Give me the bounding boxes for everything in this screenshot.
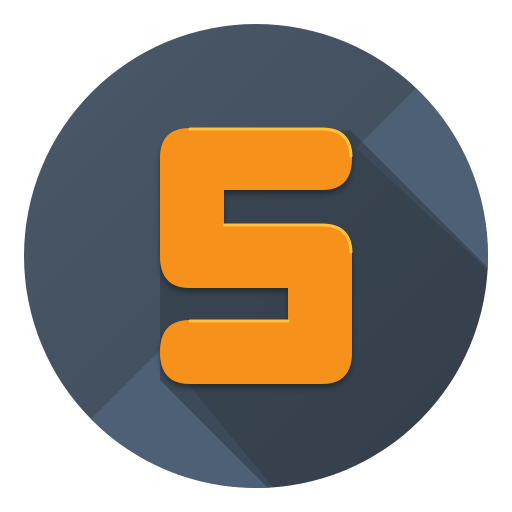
letter-s-logo-icon	[160, 127, 353, 384]
app-icon-svg	[24, 24, 488, 488]
app-icon-canvas	[0, 0, 512, 512]
glyph-body	[160, 128, 352, 384]
